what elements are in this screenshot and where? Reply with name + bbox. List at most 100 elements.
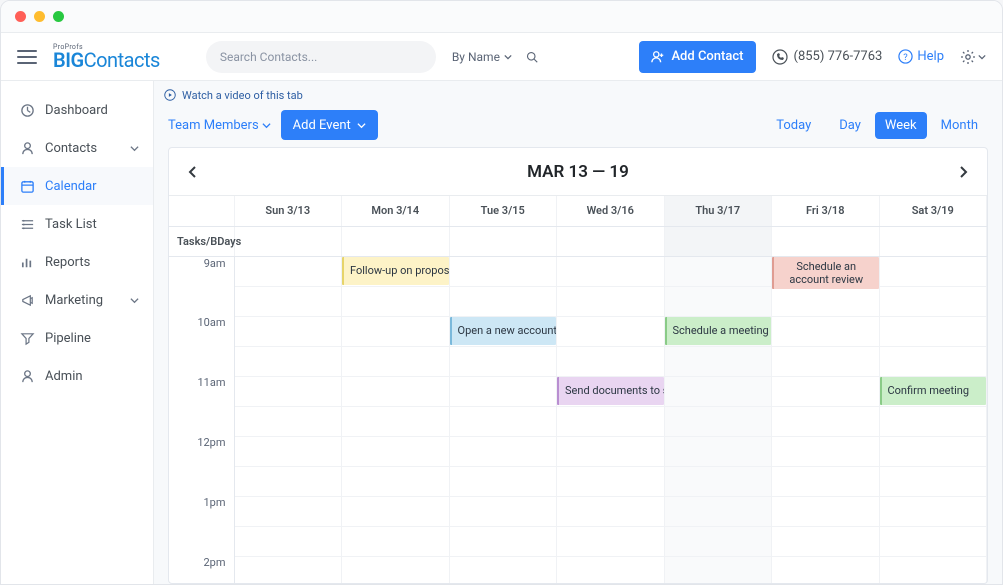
time-slot[interactable] <box>557 526 665 556</box>
time-slot[interactable] <box>557 346 665 376</box>
view-month[interactable]: Month <box>931 112 988 139</box>
add-event-button[interactable]: Add Event <box>281 110 378 140</box>
time-slot[interactable] <box>879 436 987 466</box>
search-field-wrap[interactable] <box>206 41 436 73</box>
time-slot[interactable]: Send documents to sign <box>557 376 665 406</box>
time-slot[interactable] <box>879 346 987 376</box>
time-slot[interactable] <box>772 286 880 316</box>
add-contact-button[interactable]: Add Contact <box>639 41 755 73</box>
time-slot[interactable] <box>449 406 557 436</box>
time-slot[interactable] <box>234 466 342 496</box>
time-slot[interactable] <box>879 256 987 286</box>
time-slot[interactable] <box>342 286 450 316</box>
time-slot[interactable] <box>234 526 342 556</box>
sidebar-item-marketing[interactable]: Marketing <box>1 281 153 319</box>
time-slot[interactable]: Schedule an account review <box>772 256 880 286</box>
time-slot[interactable] <box>449 496 557 526</box>
sidebar-item-dashboard[interactable]: Dashboard <box>1 91 153 129</box>
tasks-cell[interactable] <box>234 226 342 256</box>
calendar-event[interactable]: Schedule a meeting <box>665 317 772 345</box>
calendar-grid[interactable]: Sun 3/13Mon 3/14Tue 3/15Wed 3/16Thu 3/17… <box>169 196 987 583</box>
time-slot[interactable] <box>772 466 880 496</box>
time-slot[interactable] <box>664 286 772 316</box>
window-close-dot[interactable] <box>15 11 26 22</box>
search-filter-dropdown[interactable]: By Name <box>452 50 538 64</box>
time-slot[interactable]: Schedule a meeting <box>664 316 772 346</box>
time-slot[interactable] <box>557 406 665 436</box>
time-slot[interactable] <box>234 406 342 436</box>
time-slot[interactable] <box>664 346 772 376</box>
time-slot[interactable] <box>879 466 987 496</box>
next-week-button[interactable] <box>939 148 987 195</box>
tasks-cell[interactable] <box>449 226 557 256</box>
time-slot[interactable] <box>664 406 772 436</box>
time-slot[interactable] <box>879 556 987 583</box>
time-slot[interactable] <box>234 496 342 526</box>
time-slot[interactable]: Confirm meeting <box>879 376 987 406</box>
time-slot[interactable]: Open a new account <box>449 316 557 346</box>
search-input[interactable] <box>220 50 422 64</box>
time-slot[interactable] <box>557 436 665 466</box>
time-slot[interactable] <box>449 556 557 583</box>
brand-logo[interactable]: ProProfs BIGContacts <box>53 44 160 70</box>
time-slot[interactable]: Follow-up on proposal <box>342 256 450 286</box>
time-slot[interactable] <box>772 526 880 556</box>
time-slot[interactable] <box>664 466 772 496</box>
calendar-event[interactable]: Follow-up on proposal <box>342 257 449 285</box>
time-slot[interactable] <box>342 406 450 436</box>
help-link[interactable]: ? Help <box>898 49 944 64</box>
time-slot[interactable] <box>664 526 772 556</box>
tasks-cell[interactable] <box>664 226 772 256</box>
time-slot[interactable] <box>449 286 557 316</box>
time-slot[interactable] <box>557 316 665 346</box>
time-slot[interactable] <box>557 256 665 286</box>
today-button[interactable]: Today <box>776 118 811 133</box>
time-slot[interactable] <box>557 496 665 526</box>
tasks-cell[interactable] <box>879 226 987 256</box>
time-slot[interactable] <box>879 526 987 556</box>
time-slot[interactable] <box>664 436 772 466</box>
window-max-dot[interactable] <box>53 11 64 22</box>
time-slot[interactable] <box>234 376 342 406</box>
time-slot[interactable] <box>664 256 772 286</box>
sidebar-item-calendar[interactable]: Calendar <box>1 167 153 205</box>
time-slot[interactable] <box>449 466 557 496</box>
calendar-event[interactable]: Send documents to sign <box>557 377 664 405</box>
time-slot[interactable] <box>879 496 987 526</box>
search-icon[interactable] <box>526 51 538 63</box>
time-slot[interactable] <box>557 556 665 583</box>
time-slot[interactable] <box>342 556 450 583</box>
time-slot[interactable] <box>879 316 987 346</box>
settings-menu[interactable] <box>960 49 986 65</box>
view-week[interactable]: Week <box>875 112 927 139</box>
time-slot[interactable] <box>234 346 342 376</box>
time-slot[interactable] <box>342 346 450 376</box>
time-slot[interactable] <box>879 286 987 316</box>
time-slot[interactable] <box>664 376 772 406</box>
time-slot[interactable] <box>342 526 450 556</box>
sidebar-item-task-list[interactable]: Task List <box>1 205 153 243</box>
time-slot[interactable] <box>234 286 342 316</box>
time-slot[interactable] <box>449 256 557 286</box>
sidebar-item-admin[interactable]: Admin <box>1 357 153 395</box>
window-min-dot[interactable] <box>34 11 45 22</box>
time-slot[interactable] <box>234 556 342 583</box>
time-slot[interactable] <box>772 496 880 526</box>
time-slot[interactable] <box>772 346 880 376</box>
tasks-cell[interactable] <box>557 226 665 256</box>
sidebar-item-reports[interactable]: Reports <box>1 243 153 281</box>
watch-video-link[interactable]: Watch a video of this tab <box>154 81 1002 103</box>
time-slot[interactable] <box>772 406 880 436</box>
time-slot[interactable] <box>664 496 772 526</box>
calendar-event[interactable]: Schedule an account review <box>772 257 879 289</box>
time-slot[interactable] <box>772 376 880 406</box>
calendar-event[interactable]: Open a new account <box>450 317 557 345</box>
team-members-dropdown[interactable]: Team Members <box>168 118 271 133</box>
time-slot[interactable] <box>342 376 450 406</box>
time-slot[interactable] <box>879 406 987 436</box>
time-slot[interactable] <box>449 346 557 376</box>
time-slot[interactable] <box>449 436 557 466</box>
time-slot[interactable] <box>557 286 665 316</box>
time-slot[interactable] <box>342 466 450 496</box>
time-slot[interactable] <box>234 436 342 466</box>
